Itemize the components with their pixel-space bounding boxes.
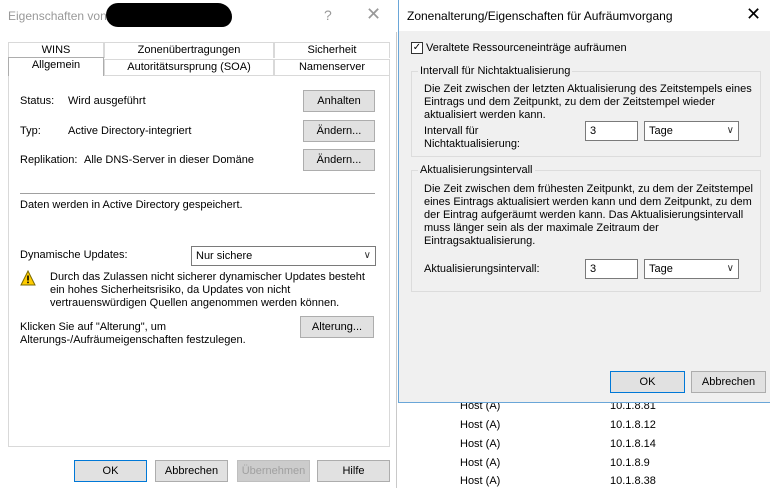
tab-soa[interactable]: Autoritätsursprung (SOA) [104, 59, 274, 75]
storage-info: Daten werden in Active Directory gespeic… [20, 199, 243, 211]
no-refresh-description: Die Zeit zwischen der letzten Aktualisie… [424, 83, 752, 121]
dialog-title: Eigenschaften von [8, 9, 107, 23]
refresh-label: Aktualisierungsintervall: [424, 263, 540, 275]
close-icon[interactable]: ✕ [366, 4, 381, 25]
list-item[interactable]: Host (A) [460, 457, 500, 469]
chevron-down-icon: ∨ [363, 250, 371, 261]
redacted-zone-name [106, 3, 232, 27]
ok-button[interactable]: OK [74, 460, 147, 482]
replication-label: Replikation: [20, 154, 78, 166]
zone-aging-dialog: Zonenalterung/Eigenschaften für Aufräumv… [398, 0, 770, 403]
no-refresh-label: Intervall für Nichtaktualisierung: [424, 125, 520, 150]
dialog-title: Zonenalterung/Eigenschaften für Aufräumv… [407, 9, 673, 23]
close-icon[interactable]: ✕ [746, 4, 761, 25]
list-item[interactable]: 10.1.8.38 [610, 475, 656, 487]
aging-button[interactable]: Alterung... [300, 316, 374, 338]
change-replication-button[interactable]: Ändern... [303, 149, 375, 171]
ok-button[interactable]: OK [610, 371, 685, 393]
list-item[interactable]: Host (A) [460, 419, 500, 431]
tab-wins[interactable]: WINS [8, 42, 104, 58]
title-bar[interactable]: Eigenschaften von ? ✕ [0, 0, 397, 32]
status-label: Status: [20, 95, 55, 107]
list-item[interactable]: 10.1.8.9 [610, 457, 650, 469]
list-item[interactable]: Host (A) [460, 475, 500, 487]
type-value: Active Directory-integriert [68, 125, 192, 137]
no-refresh-group-title: Intervall für Nichtaktualisierung [418, 65, 573, 77]
dynamic-updates-value: Nur sichere [196, 250, 253, 262]
title-bar[interactable]: Zonenalterung/Eigenschaften für Aufräumv… [399, 0, 770, 31]
no-refresh-unit-select[interactable]: Tage ∨ [644, 121, 739, 141]
scavenge-checkbox[interactable]: ✓ [411, 42, 423, 54]
change-type-button[interactable]: Ändern... [303, 120, 375, 142]
replication-value: Alle DNS-Server in dieser Domäne [84, 154, 254, 166]
chevron-down-icon: ∨ [726, 125, 734, 136]
list-item[interactable]: 10.1.8.14 [610, 438, 656, 450]
refresh-unit-select[interactable]: Tage ∨ [644, 259, 739, 279]
refresh-input[interactable]: 3 [585, 259, 638, 279]
list-item[interactable]: Host (A) [460, 438, 500, 450]
dynamic-updates-label: Dynamische Updates: [20, 249, 128, 261]
help-button[interactable]: Hilfe [317, 460, 390, 482]
chevron-down-icon: ∨ [726, 263, 734, 274]
warning-icon [20, 270, 36, 286]
zone-properties-dialog: Eigenschaften von ? ✕ WINS Zonenübertrag… [0, 0, 397, 488]
scavenge-checkbox-label[interactable]: Veraltete Ressourceneinträge aufräumen [426, 42, 627, 54]
cancel-button[interactable]: Abbrechen [691, 371, 766, 393]
cancel-button[interactable]: Abbrechen [155, 460, 228, 482]
security-warning-text: Durch das Zulassen nicht sicherer dynami… [50, 271, 365, 309]
no-refresh-input[interactable]: 3 [585, 121, 638, 141]
separator [20, 193, 375, 194]
tab-strip: WINS Zonenübertragungen Sicherheit Allge… [8, 42, 390, 76]
dynamic-updates-select[interactable]: Nur sichere ∨ [191, 246, 376, 266]
list-item[interactable]: 10.1.8.12 [610, 419, 656, 431]
tab-zone-transfers[interactable]: Zonenübertragungen [104, 42, 274, 58]
refresh-description: Die Zeit zwischen dem frühesten Zeitpunk… [424, 183, 753, 247]
status-value: Wird ausgeführt [68, 95, 146, 107]
no-refresh-unit-value: Tage [649, 125, 673, 137]
refresh-unit-value: Tage [649, 263, 673, 275]
tab-name-servers[interactable]: Namenserver [274, 59, 390, 75]
pause-button[interactable]: Anhalten [303, 90, 375, 112]
refresh-group-title: Aktualisierungsintervall [418, 164, 535, 176]
type-label: Typ: [20, 125, 41, 137]
apply-button: Übernehmen [237, 460, 310, 482]
aging-instruction: Klicken Sie auf "Alterung", um Alterungs… [20, 321, 246, 346]
help-icon[interactable]: ? [324, 7, 332, 23]
tab-general[interactable]: Allgemein [8, 57, 104, 76]
tab-security[interactable]: Sicherheit [274, 42, 390, 58]
